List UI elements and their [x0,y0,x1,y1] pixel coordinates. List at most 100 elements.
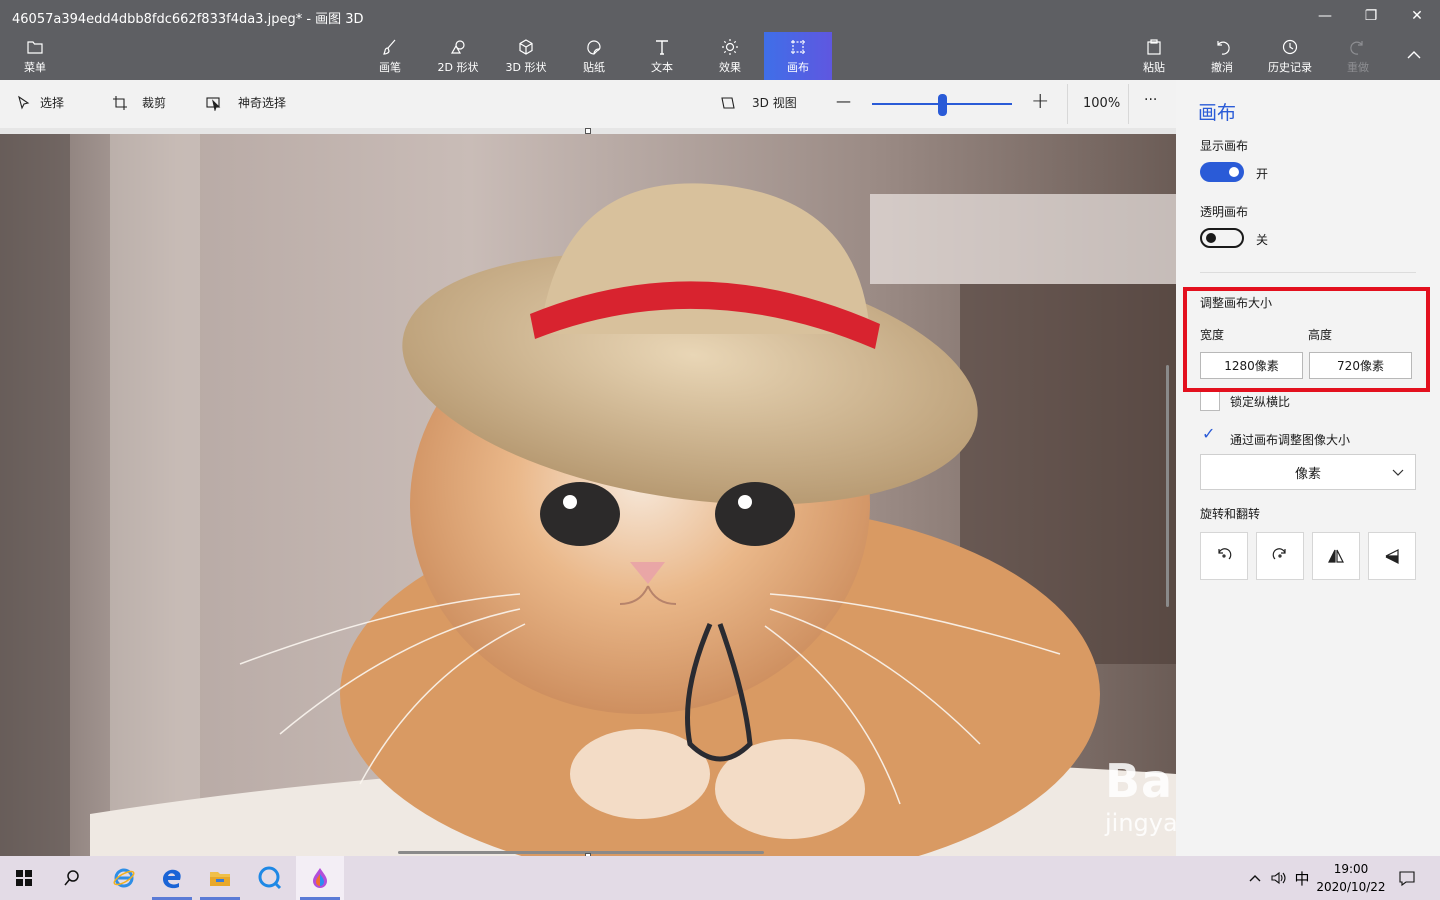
brushes-tab[interactable]: 画笔 [357,32,423,80]
collapse-ribbon-button[interactable] [1388,32,1440,80]
resize-highlight-box [1183,287,1430,392]
lock-aspect-checkbox[interactable] [1200,391,1220,411]
cursor-icon [18,95,30,110]
zoom-out-button[interactable]: — [836,92,851,110]
close-button[interactable]: ✕ [1394,0,1440,32]
paint3d-icon [313,868,327,888]
show-canvas-state: 开 [1256,167,1269,181]
resize-image-label: 通过画布调整图像大小 [1230,433,1351,447]
start-button[interactable] [0,856,48,900]
flip-horizontal-button[interactable] [1312,532,1360,580]
shapes-3d-tab[interactable]: 3D 形状 [493,32,559,80]
transparent-canvas-toggle[interactable] [1200,228,1244,248]
ime-indicator[interactable]: 中 [1290,856,1314,900]
clock-date: 2020/10/22 [1316,880,1386,894]
cat-with-straw-hat-photo [0,134,1176,856]
rotate-left-button[interactable] [1200,532,1248,580]
flip-vertical-button[interactable] [1368,532,1416,580]
unit-dropdown[interactable]: 像素 [1200,454,1416,490]
resize-image-checkbox[interactable]: ✓ [1202,424,1215,443]
show-canvas-label: 显示画布 [1200,139,1249,153]
canvas-crop-icon [791,40,805,54]
canvas-resize-handle-top[interactable] [585,128,591,134]
rotate-right-icon [1272,548,1286,560]
history-button[interactable]: 历史记录 [1257,32,1323,80]
brush-icon [383,39,396,55]
explorer-taskbar-button[interactable] [196,856,244,900]
zoom-in-button[interactable]: + [1031,89,1049,114]
undo-icon [1217,41,1230,55]
shapes-2d-tab[interactable]: 2D 形状 [425,32,491,80]
internet-explorer-icon [113,868,135,888]
folder-icon [27,41,43,54]
horizontal-scrollbar[interactable] [398,851,764,854]
shapes-2d-icon [450,40,465,54]
file-explorer-icon [210,872,230,886]
chevron-up-icon [1407,51,1421,59]
tray-chevron[interactable] [1244,856,1266,900]
chevron-down-icon [1392,469,1404,476]
crop-tool[interactable]: 裁剪 [112,94,166,111]
system-clock[interactable]: 19:00 2020/10/22 [1312,860,1390,896]
select-tool[interactable]: 选择 [16,94,64,111]
sun-icon [722,39,738,55]
lock-aspect-label: 锁定纵横比 [1230,395,1291,409]
view-3d-toggle[interactable]: 3D 视图 [720,94,797,111]
unit-dropdown-value: 像素 [1294,466,1321,482]
effects-tab[interactable]: 效果 [697,32,763,80]
taskbar: 中 19:00 2020/10/22 [0,856,1440,900]
panel-divider [1200,272,1416,273]
canvas-settings-panel: 画布 显示画布 开 透明画布 关 调整画布大小 宽度 高度 1280像素 720… [1176,80,1440,856]
undo-button[interactable]: 撤消 [1189,32,1255,80]
title-bar: 46057a394edd4dbb8fdc662f833f4da3.jpeg* -… [0,0,1440,32]
search-icon [64,870,79,886]
canvas-tab[interactable]: 画布 [764,32,832,80]
ie-taskbar-button[interactable] [100,856,148,900]
text-tab[interactable]: 文本 [629,32,695,80]
rotate-right-button[interactable] [1256,532,1304,580]
redo-button[interactable]: 重做 [1325,32,1391,80]
vertical-scrollbar[interactable] [1166,365,1169,607]
crop-icon [113,95,127,110]
cube-icon [519,39,533,55]
transparent-canvas-label: 透明画布 [1200,205,1249,219]
transparent-canvas-state: 关 [1256,233,1269,247]
flip-horizontal-icon [1328,549,1344,563]
toolbar-divider [1067,84,1068,124]
magic-select-tool[interactable]: 神奇选择 [206,94,286,111]
edge-icon [163,869,181,889]
panel-title: 画布 [1198,102,1237,124]
show-canvas-toggle[interactable] [1200,162,1244,182]
cortana-search-icon [258,866,282,890]
rotate-left-icon [1218,548,1232,560]
chevron-up-icon [1249,875,1261,882]
zoom-slider-thumb[interactable] [937,94,947,116]
redo-icon [1350,41,1363,55]
paint3d-taskbar-button[interactable] [296,856,344,900]
magic-select-icon [206,96,221,111]
search-button[interactable] [48,856,96,900]
minimize-button[interactable]: — [1302,0,1348,32]
restore-button[interactable]: ❐ [1348,0,1394,32]
more-options-button[interactable]: ··· [1144,92,1157,108]
clock-time: 19:00 [1333,862,1369,876]
sticker-icon [587,40,601,55]
zoom-level[interactable]: 100% [1083,96,1120,111]
rotate-flip-label: 旋转和翻转 [1200,507,1261,521]
flip-vertical-icon [1385,549,1399,564]
text-icon [656,40,668,55]
edge-taskbar-button[interactable] [148,856,196,900]
toolbar-divider [1128,84,1129,124]
view-3d-icon [721,96,735,109]
window-title: 46057a394edd4dbb8fdc662f833f4da3.jpeg* -… [12,12,364,27]
speaker-icon [1271,871,1286,885]
stickers-tab[interactable]: 贴纸 [561,32,627,80]
notification-button[interactable] [1392,856,1422,900]
history-icon [1282,39,1298,55]
paste-button[interactable]: 粘贴 [1121,32,1187,80]
notification-icon [1399,871,1415,887]
menu-button[interactable]: 菜单 [2,32,68,80]
canvas-workspace[interactable] [0,128,1176,856]
photos-taskbar-button[interactable] [246,856,294,900]
volume-button[interactable] [1266,856,1290,900]
